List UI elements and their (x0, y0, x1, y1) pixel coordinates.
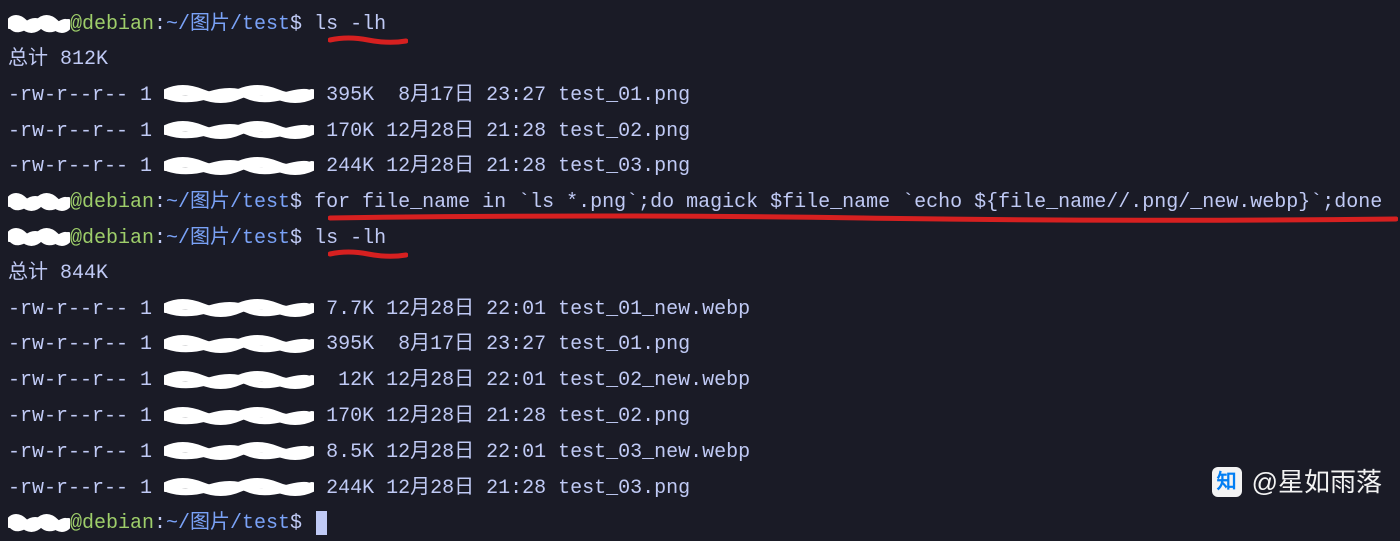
output-text: 总计 844K (8, 262, 108, 285)
terminal[interactable]: xxxxxx @debian:~/图片/test$ ls -lh 总计 812K… (8, 6, 1392, 541)
file-name: test_02.png (558, 405, 690, 428)
file-size: 7.7K (326, 297, 374, 320)
file-permissions: -rw-r--r-- 1 (8, 405, 152, 428)
file-name: test_03_new.webp (558, 441, 750, 464)
watermark: 知 @星如雨落 (1212, 460, 1382, 506)
file-name: test_03.png (558, 155, 690, 178)
redaction-scribble-icon: xxxxxx xxxxxx (164, 434, 314, 469)
ls-row: -rw-r--r-- 1 xxxxxx xxxxxx 395K 8月17日 23… (8, 77, 1392, 113)
file-date: 12月28日 21:28 (374, 405, 546, 428)
prompt-line: xxxxxx @debian:~/图片/test$ ls -lh (8, 6, 1392, 42)
file-date: 12月28日 22:01 (374, 369, 546, 392)
file-permissions: -rw-r--r-- 1 (8, 119, 152, 142)
file-date: 12月28日 22:01 (374, 297, 546, 320)
file-permissions: -rw-r--r-- 1 (8, 333, 152, 356)
file-name: test_02.png (558, 119, 690, 142)
redaction-scribble-icon: xxxxxx xxxxxx (164, 362, 314, 397)
command-text: ls -lh (314, 227, 386, 250)
output-text: 总计 812K (8, 48, 108, 71)
file-permissions: -rw-r--r-- 1 (8, 441, 152, 464)
redaction-scribble-icon: xxxxxx (8, 505, 70, 540)
redaction-scribble-icon: xxxxxx (8, 6, 70, 41)
file-permissions: -rw-r--r-- 1 (8, 476, 152, 499)
file-name: test_03.png (558, 476, 690, 499)
file-permissions: -rw-r--r-- 1 (8, 155, 152, 178)
redaction-scribble-icon: xxxxxx xxxxxx (164, 77, 314, 112)
file-size: 395K (326, 84, 374, 107)
redaction-scribble-icon: xxxxxx (8, 184, 70, 219)
redaction-scribble-icon: xxxxxx xxxxxx (164, 113, 314, 148)
file-size: 170K (326, 119, 374, 142)
ls-row: -rw-r--r-- 1 xxxxxx xxxxxx 8.5K 12月28日 2… (8, 434, 1392, 470)
redaction-scribble-icon: xxxxxx (8, 220, 70, 255)
ls-row: -rw-r--r-- 1 xxxxxx xxxxxx 244K 12月28日 2… (8, 470, 1392, 506)
file-size: 244K (326, 476, 374, 499)
redaction-scribble-icon: xxxxxx xxxxxx (164, 291, 314, 326)
file-size: 8.5K (326, 441, 374, 464)
file-name: test_01_new.webp (558, 297, 750, 320)
redaction-scribble-icon: xxxxxx xxxxxx (164, 398, 314, 433)
file-date: 12月28日 21:28 (374, 119, 546, 142)
prompt-line: xxxxxx @debian:~/图片/test$ for file_name … (8, 184, 1392, 220)
file-permissions: -rw-r--r-- 1 (8, 297, 152, 320)
file-size: 395K (326, 333, 374, 356)
ls-row: -rw-r--r-- 1 xxxxxx xxxxxx 244K 12月28日 2… (8, 148, 1392, 184)
file-date: 12月28日 21:28 (374, 155, 546, 178)
file-date: 12月28日 22:01 (374, 441, 546, 464)
prompt-line: xxxxxx @debian:~/图片/test$ ls -lh (8, 220, 1392, 256)
ls-row: -rw-r--r-- 1 xxxxxx xxxxxx 12K 12月28日 22… (8, 362, 1392, 398)
file-date: 12月28日 21:28 (374, 476, 546, 499)
file-permissions: -rw-r--r-- 1 (8, 84, 152, 107)
ls-row: -rw-r--r-- 1 xxxxxx xxxxxx 170K 12月28日 2… (8, 113, 1392, 149)
output-line: 总计 844K (8, 256, 1392, 291)
output-line: 总计 812K (8, 42, 1392, 77)
redaction-scribble-icon: xxxxxx xxxxxx (164, 470, 314, 505)
command-text: for file_name in `ls *.png`;do magick $f… (314, 191, 1382, 214)
file-size: 170K (326, 405, 374, 428)
ls-row: -rw-r--r-- 1 xxxxxx xxxxxx 7.7K 12月28日 2… (8, 291, 1392, 327)
file-date: 8月17日 23:27 (374, 84, 546, 107)
file-permissions: -rw-r--r-- 1 (8, 369, 152, 392)
prompt-line: xxxxxx @debian:~/图片/test$ (8, 505, 1392, 541)
redaction-scribble-icon: xxxxxx xxxxxx (164, 326, 314, 361)
file-date: 8月17日 23:27 (374, 333, 546, 356)
file-name: test_01.png (558, 84, 690, 107)
zhihu-logo-icon: 知 (1212, 467, 1242, 497)
cursor-icon (316, 511, 327, 535)
file-size: 244K (326, 155, 374, 178)
watermark-text: @星如雨落 (1252, 460, 1382, 506)
command-text: ls -lh (314, 13, 386, 36)
ls-row: -rw-r--r-- 1 xxxxxx xxxxxx 170K 12月28日 2… (8, 398, 1392, 434)
file-size: 12K (326, 369, 374, 392)
ls-row: -rw-r--r-- 1 xxxxxx xxxxxx 395K 8月17日 23… (8, 326, 1392, 362)
redaction-scribble-icon: xxxxxx xxxxxx (164, 148, 314, 183)
file-name: test_02_new.webp (558, 369, 750, 392)
file-name: test_01.png (558, 333, 690, 356)
